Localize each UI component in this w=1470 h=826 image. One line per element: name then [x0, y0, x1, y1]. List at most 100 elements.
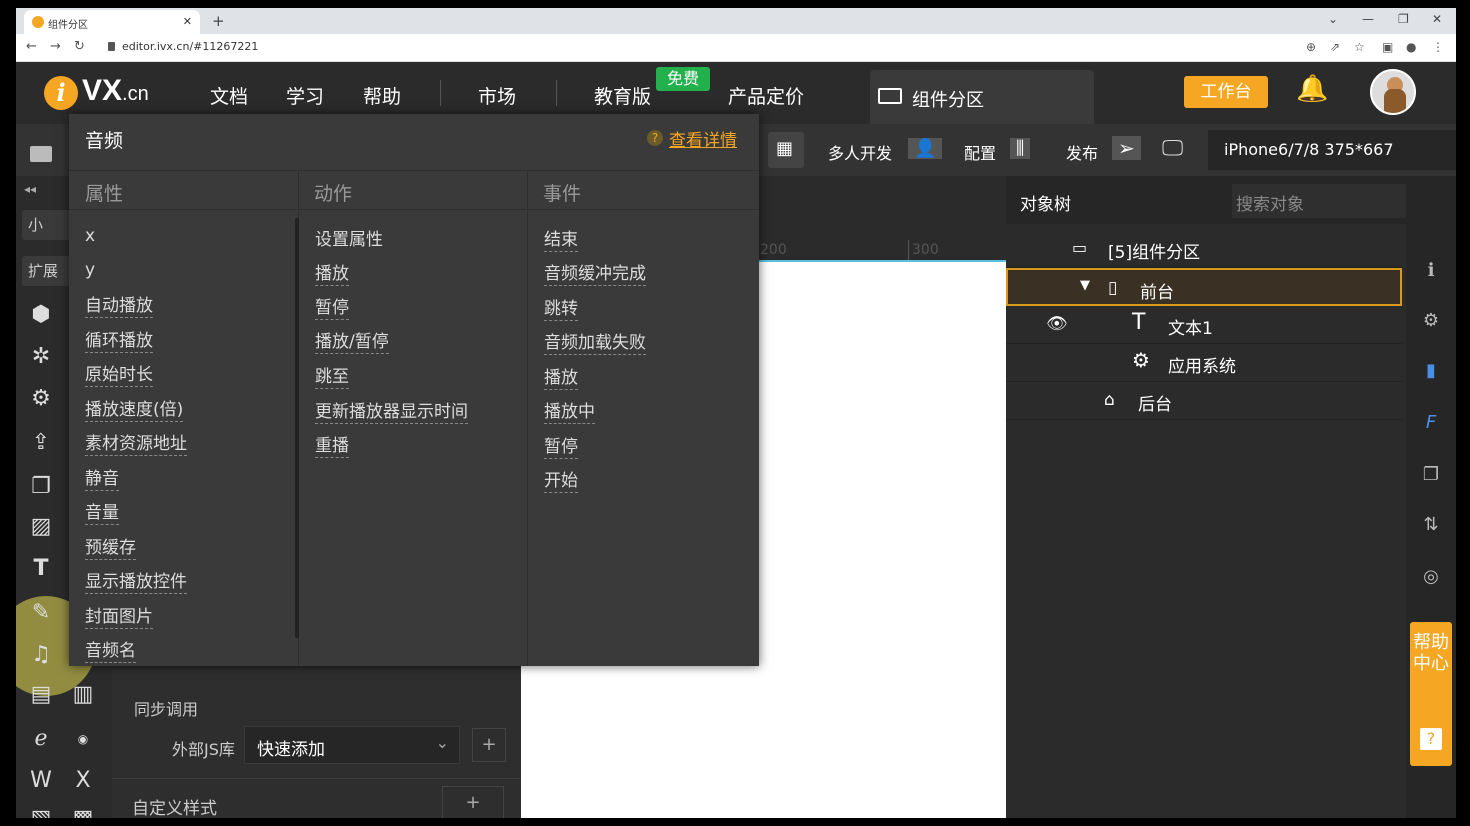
qrcode-button[interactable]: ▦ — [768, 132, 804, 168]
action-item[interactable]: 更新播放器显示时间 — [315, 397, 468, 424]
copy-icon[interactable]: ❐ — [28, 474, 54, 500]
nav-pricing[interactable]: 产品定价 — [728, 82, 804, 109]
attr-item[interactable]: 封面图片 — [85, 602, 153, 629]
tab-search-icon[interactable]: ⌄ — [1328, 12, 1338, 26]
pdf-icon[interactable]: ▧ — [28, 806, 54, 818]
scrollbar[interactable] — [295, 218, 299, 638]
collapse-icon[interactable]: ◂◂ — [24, 182, 36, 196]
attr-item[interactable]: 素材资源地址 — [85, 429, 187, 456]
help-center-button[interactable]: 帮助中心 ? — [1410, 622, 1452, 766]
upload-icon[interactable]: ⇪ — [28, 430, 54, 456]
settings-icon[interactable]: ⚙ — [1418, 308, 1444, 334]
tree-node-frontend[interactable]: ▼ ▯ 前台 — [1006, 268, 1402, 306]
cube-icon[interactable]: ⬢ — [28, 302, 54, 328]
close-window-icon[interactable]: ✕ — [1432, 12, 1442, 26]
quick-add-select[interactable]: 快速添加 ⌄ — [244, 726, 460, 764]
minimize-icon[interactable]: — — [1362, 12, 1374, 26]
tree-node-appsystem[interactable]: ⚙ 应用系统 — [1006, 344, 1402, 382]
nav-docs[interactable]: 文档 — [210, 82, 248, 109]
network-icon[interactable]: ✲ — [28, 344, 54, 370]
publish-button[interactable]: 发布 ➢ — [1060, 132, 1152, 168]
attr-item[interactable]: 静音 — [85, 464, 119, 491]
tab-extension[interactable]: 扩展 — [22, 256, 76, 286]
profile-icon[interactable]: ● — [1406, 40, 1416, 54]
event-item[interactable]: 播放 — [544, 363, 578, 390]
avatar[interactable] — [1370, 69, 1416, 115]
device-select[interactable]: iPhone6/7/8 375*667 — [1208, 130, 1456, 170]
nav-learn[interactable]: 学习 — [286, 82, 324, 109]
event-item[interactable]: 播放中 — [544, 397, 595, 424]
menu-icon[interactable]: ⋮ — [1432, 40, 1444, 54]
image-icon[interactable]: ▨ — [28, 514, 54, 540]
sidepanel-icon[interactable]: ▣ — [1382, 40, 1393, 54]
back-icon[interactable]: ← — [26, 39, 37, 54]
event-item[interactable]: 音频加载失败 — [544, 328, 646, 355]
tree-node-backend[interactable]: ⌂ 后台 — [1006, 382, 1402, 420]
workbench-button[interactable]: 工作台 — [1184, 76, 1268, 108]
logo[interactable]: VX.cn — [82, 74, 149, 108]
reload-icon[interactable]: ↻ — [74, 39, 85, 54]
chart-icon[interactable]: ▩ — [70, 806, 96, 818]
add-js-button[interactable]: + — [472, 728, 506, 762]
attr-item[interactable]: 显示播放控件 — [85, 567, 187, 594]
search-input[interactable]: 搜索对象 ⌕ — [1232, 184, 1426, 218]
icon-icon[interactable]: ◉ — [70, 726, 96, 752]
action-item[interactable]: 重播 — [315, 431, 349, 458]
address-bar[interactable]: editor.ivx.cn/#11267221 — [122, 40, 258, 53]
action-item[interactable]: 播放 — [315, 259, 349, 286]
folder-icon[interactable] — [30, 146, 52, 162]
target-icon[interactable]: ◎ — [1418, 564, 1444, 590]
restore-icon[interactable]: ❐ — [1398, 12, 1409, 26]
edit-icon[interactable]: ✎ — [28, 600, 54, 626]
copy-icon[interactable]: ❐ — [1418, 462, 1444, 488]
tree-node-text1[interactable]: 👁 T 文本1 — [1006, 306, 1402, 344]
event-item[interactable]: 暂停 — [544, 432, 578, 459]
attr-item[interactable]: 自动播放 — [85, 291, 153, 318]
attr-item[interactable]: 音频名 — [85, 636, 136, 663]
tab-small[interactable]: 小 — [22, 210, 76, 240]
nav-education[interactable]: 教育版 — [594, 82, 651, 109]
excel-icon[interactable]: X — [70, 768, 96, 794]
tree-node-root[interactable]: ▭ [5]组件分区 — [1006, 230, 1402, 268]
action-item[interactable]: 暂停 — [315, 293, 349, 320]
expand-arrow-icon[interactable]: ▼ — [1080, 278, 1090, 293]
close-tab-icon[interactable]: ✕ — [183, 15, 192, 28]
attr-item[interactable]: 原始时长 — [85, 360, 153, 387]
eye-icon[interactable]: 👁 — [1046, 314, 1068, 334]
swap-icon[interactable]: ⇅ — [1418, 512, 1444, 538]
project-tab[interactable]: 组件分区 — [870, 70, 1094, 124]
action-item[interactable]: 播放/暂停 — [315, 327, 389, 354]
browser-tab[interactable]: 组件分区 ✕ — [24, 10, 200, 34]
multi-dev-button[interactable]: 多人开发 👤 — [816, 132, 944, 168]
book-icon[interactable]: ▮ — [1418, 358, 1444, 384]
form-icon[interactable]: ▤ — [28, 682, 54, 708]
attr-item[interactable]: 音量 — [85, 498, 119, 525]
ie-icon[interactable]: ℯ — [28, 726, 54, 752]
event-item[interactable]: 开始 — [544, 466, 578, 493]
action-item[interactable]: 跳至 — [315, 362, 349, 389]
view-details-link[interactable]: 查看详情 — [669, 126, 737, 151]
new-tab-icon[interactable]: + — [212, 12, 225, 30]
word-icon[interactable]: W — [28, 768, 54, 794]
bookmark-star-icon[interactable]: ☆ — [1354, 40, 1365, 54]
attr-item[interactable]: 预缓存 — [85, 533, 136, 560]
share-icon[interactable]: ⇗ — [1330, 40, 1340, 54]
forward-icon[interactable]: → — [50, 39, 61, 54]
attr-item[interactable]: x — [85, 226, 95, 247]
nav-market[interactable]: 市场 — [478, 82, 516, 109]
action-item[interactable]: 设置属性 — [315, 225, 383, 251]
gear-icon[interactable]: ⚙ — [28, 386, 54, 412]
function-icon[interactable]: F — [1418, 410, 1444, 436]
attr-item[interactable]: y — [85, 260, 95, 281]
event-item[interactable]: 音频缓冲完成 — [544, 259, 646, 286]
add-style-button[interactable]: + — [442, 786, 504, 818]
nav-help[interactable]: 帮助 — [363, 82, 401, 109]
zoom-icon[interactable]: ⊕ — [1306, 40, 1316, 54]
bell-icon[interactable]: 🔔 — [1296, 74, 1328, 104]
text-icon[interactable]: T — [28, 556, 54, 582]
card-icon[interactable]: ▥ — [70, 682, 96, 708]
device-icon[interactable]: 🖵 — [1162, 136, 1183, 161]
event-item[interactable]: 跳转 — [544, 294, 578, 321]
attr-item[interactable]: 播放速度(倍) — [85, 395, 184, 422]
music-icon[interactable]: ♫ — [28, 642, 54, 668]
